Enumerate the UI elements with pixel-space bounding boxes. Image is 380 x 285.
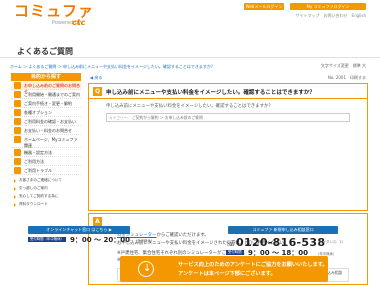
- sidebar-item-label: お支払い・料金のお問合せ: [24, 127, 72, 133]
- category-icon: [14, 127, 21, 134]
- q-badge: Q: [93, 87, 102, 96]
- category-icon: [14, 82, 21, 89]
- category-icon: [14, 91, 21, 98]
- back-link[interactable]: ◀ 戻る: [90, 75, 102, 81]
- tel-guidance: （ガイダンス：1）: [316, 240, 346, 244]
- sidebar-item-label: ご利用開始・開通までのご案内: [24, 91, 80, 97]
- sidebar-item-label: 機器・設定方法: [24, 149, 52, 155]
- logo-brand: ctc: [72, 18, 86, 27]
- down-arrow-icon: ↓: [138, 261, 154, 277]
- sidebar-list: お申し込み前のご質問のお問合せ ご利用開始・開通までのご案内 ご案内手続き・変更・解…: [11, 81, 81, 175]
- question-text: 申し込み前にメニューや支払い料金をイメージしたい。確認することはできますか？: [106, 104, 273, 109]
- sidebar-sub-list: お客さまのご連絡について 引っ越しのご案内 安心してご契約する為に 資料ダウンロード: [11, 177, 81, 209]
- sidebar-sub-item[interactable]: 安心してご契約する為に: [11, 193, 81, 201]
- sidebar-item[interactable]: ご案内手続き・変更・解約: [11, 99, 81, 108]
- sidebar: 目的から探す お申し込み前のご質問のお問合せ ご利用開始・開通までのご案内 ご案内手…: [11, 73, 81, 209]
- category-icon: [14, 136, 21, 143]
- sidebar-item[interactable]: ご利用料金の確認・お支払い: [11, 117, 81, 126]
- a-badge: A: [93, 217, 102, 226]
- sidebar-sub-item[interactable]: 資料ダウンロード: [11, 201, 81, 209]
- chat-hours-label: 受付時間（年中無休）: [28, 237, 66, 242]
- sidebar-item-label: ご利用料金の確認・お支払い: [24, 118, 76, 124]
- category-icon: [14, 109, 21, 116]
- online-chat-button[interactable]: オンラインチャット窓口 はこちら ▶: [28, 226, 130, 234]
- tel-hours-label: 受付時間: [226, 250, 244, 255]
- survey-line-1: サービス向上のためのアンケートにご協力をお願いいたします。: [178, 262, 328, 268]
- sidebar-item[interactable]: お申し込み前のご質問のお問合せ: [11, 81, 81, 94]
- breadcrumb[interactable]: ホーム ＞ よくあるご質問 ＞ 申し込み前にメニューや支払い料金をイメージしたい…: [10, 64, 215, 70]
- sidebar-item[interactable]: ご利用方法: [11, 157, 81, 166]
- question-header: Q 申し込み前にメニューや支払い料金をイメージしたい。確認することはできますか？: [89, 84, 367, 99]
- sidebar-item-label: 各種オプション: [24, 109, 52, 115]
- sidebar-item[interactable]: お支払い・料金のお問合せ: [11, 126, 81, 135]
- sidebar-item[interactable]: ご利用開始・開通までのご案内: [11, 90, 81, 99]
- question-number[interactable]: No. 2001 印刷する: [328, 75, 366, 81]
- category-icon: [14, 167, 21, 174]
- category-label: カテゴリー：: [109, 116, 131, 120]
- category-icon: [14, 158, 21, 165]
- survey-line-2: アンケートは本ページ下部にございます。: [178, 271, 276, 277]
- question-box: Q 申し込み前にメニューや支払い料金をイメージしたい。確認することはできますか？…: [88, 83, 368, 211]
- question-title: 申し込み前にメニューや支払い料金をイメージしたい。確認することはできますか？: [106, 90, 315, 96]
- sidebar-item[interactable]: 機器・設定方法: [11, 148, 81, 157]
- category-icon: [14, 149, 21, 156]
- header-links[interactable]: サイトマップ お問い合わせ English: [296, 13, 366, 19]
- chat-hours-note: （年中無休）: [134, 239, 155, 243]
- category-icon: [14, 118, 21, 125]
- survey-banner[interactable]: ↓ サービス向上のためのアンケートにご協力をお願いいたします。 アンケートは本ペ…: [120, 256, 328, 282]
- sidebar-sub-item[interactable]: 引っ越しのご案内: [11, 185, 81, 193]
- page-title: よくあるご質問: [17, 47, 73, 56]
- category-icon: [14, 100, 21, 107]
- sidebar-item[interactable]: 各種オプション: [11, 108, 81, 117]
- phone-icon: ☏: [226, 239, 237, 248]
- answer-line-1: 料金シミュレーターからご確認いただけます。: [117, 232, 209, 238]
- font-size-tools[interactable]: 文字サイズ変更 標準 大: [321, 63, 366, 69]
- category-path: カテゴリー： ご契約から解約 ＞ お申し込み前のご質問: [106, 113, 350, 122]
- sidebar-item-label: ご利用方法: [24, 158, 44, 164]
- chat-hours: 9：00 ～ 20：00: [70, 236, 130, 244]
- sidebar-sub-item[interactable]: お客さまのご連絡について: [11, 177, 81, 185]
- divider: [0, 57, 380, 58]
- sidebar-item[interactable]: ホームページ、Myコミュファ関連: [11, 135, 81, 148]
- sidebar-item-label: ホームページ、Myコミュファ関連: [24, 136, 78, 148]
- mypage-login-button[interactable]: My コミュファログイン: [290, 3, 366, 10]
- category-text[interactable]: ご契約から解約 ＞ お申し込み前のご質問: [132, 115, 203, 120]
- main-toolbar: ◀ 戻る No. 2001 印刷する: [88, 73, 368, 82]
- sidebar-heading: 目的から探す: [11, 73, 81, 81]
- consultation-desk-button[interactable]: コミュファ 新規申し込み相談窓口: [228, 226, 338, 234]
- sidebar-item-label: ご案内手続き・変更・解約: [24, 100, 72, 106]
- site-header: コミュファ Powered by ctc Webメールログイン My コミュファ…: [0, 0, 380, 28]
- sidebar-item[interactable]: ご利用トラブル: [11, 166, 81, 175]
- sidebar-item-label: ご利用トラブル: [24, 167, 52, 173]
- site-logo[interactable]: コミュファ: [14, 4, 94, 19]
- answer-line-1-rest: からご確認いただけます。: [156, 233, 209, 238]
- webmail-login-button[interactable]: Webメールログイン: [244, 3, 284, 10]
